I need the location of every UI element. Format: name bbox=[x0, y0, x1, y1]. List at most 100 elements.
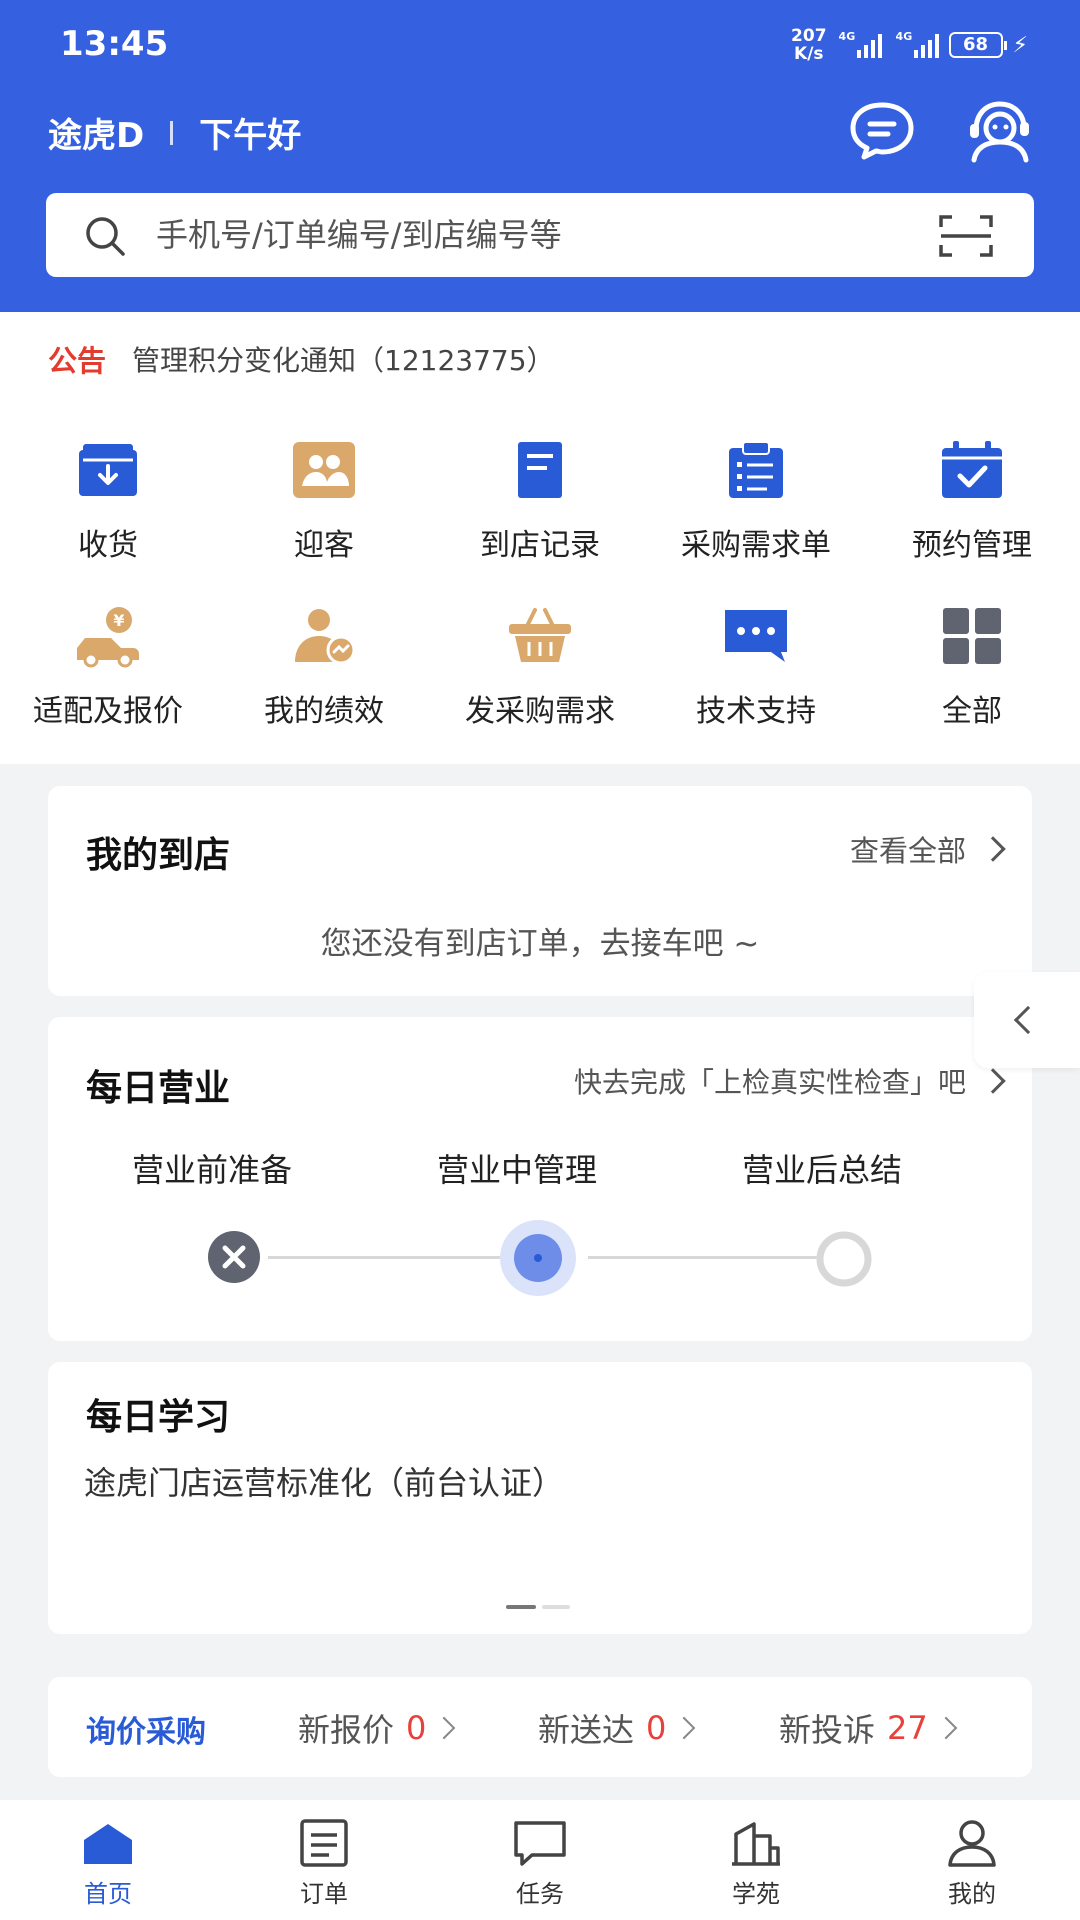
signal-icon: 4G bbox=[896, 30, 939, 58]
scan-icon[interactable] bbox=[938, 213, 994, 259]
menu-item-store-record[interactable]: 到店记录 bbox=[432, 438, 648, 588]
greeting-text: 下午好 bbox=[199, 116, 302, 156]
menu-item-send-purchase[interactable]: 发采购需求 bbox=[432, 604, 648, 754]
daily-learning-card[interactable]: 每日学习 途虎门店运营标准化（前台认证） bbox=[48, 1362, 1032, 1634]
message-icon[interactable] bbox=[848, 100, 916, 162]
tab-profile[interactable]: 我的 bbox=[864, 1800, 1080, 1920]
quick-menu-panel: 公告 管理积分变化通知（12123775） 收货 迎客 到店记录 采购需求单 预… bbox=[0, 312, 1080, 764]
menu-item-all[interactable]: 全部 bbox=[864, 604, 1080, 754]
step-current-icon bbox=[500, 1220, 576, 1296]
signal-icon: 4G bbox=[839, 30, 882, 58]
step-done-x-icon bbox=[208, 1231, 260, 1283]
chevron-right-icon bbox=[433, 1716, 456, 1740]
notice-bar[interactable]: 公告 管理积分变化通知（12123775） bbox=[48, 338, 555, 380]
item-count: 0 bbox=[406, 1709, 427, 1747]
chevron-left-icon bbox=[1013, 1005, 1043, 1035]
carousel-indicator bbox=[506, 1605, 570, 1609]
brand-name: 途虎D bbox=[48, 116, 145, 156]
customer-service-icon[interactable] bbox=[962, 96, 1034, 164]
notice-tag: 公告 bbox=[48, 344, 107, 378]
search-bar[interactable] bbox=[46, 193, 1034, 277]
menu-item-receive[interactable]: 收货 bbox=[0, 438, 216, 588]
daily-business-card: 每日营业 快去完成「上检真实性检查」吧 营业前准备 营业中管理 营业后总结 bbox=[48, 1017, 1032, 1341]
menu-item-welcome[interactable]: 迎客 bbox=[216, 438, 432, 588]
search-input[interactable] bbox=[156, 193, 936, 277]
home-icon bbox=[84, 1824, 132, 1864]
basket-icon bbox=[509, 608, 571, 662]
menu-label: 采购需求单 bbox=[681, 528, 831, 563]
tab-label: 订单 bbox=[300, 1880, 348, 1908]
status-bar: 13:45 207 K/s 4G 4G 68 ⚡ bbox=[0, 0, 1080, 90]
chevron-right-icon bbox=[980, 1068, 1006, 1094]
tab-tasks[interactable]: 任务 bbox=[432, 1800, 648, 1920]
item-label: 新送达 bbox=[538, 1711, 635, 1749]
tab-label: 任务 bbox=[516, 1880, 564, 1908]
menu-item-performance[interactable]: 我的绩效 bbox=[216, 604, 432, 754]
network-speed: 207 K/s bbox=[791, 27, 827, 63]
step-pending-icon bbox=[816, 1231, 872, 1287]
signal-tag: 4G bbox=[895, 30, 913, 43]
menu-item-car-quote[interactable]: ¥ 适配及报价 bbox=[0, 604, 216, 754]
appointment-icon bbox=[942, 441, 1002, 498]
notice-text[interactable]: 管理积分变化通知（12123775） bbox=[132, 339, 555, 379]
menu-item-purchase-list[interactable]: 采购需求单 bbox=[648, 438, 864, 588]
task-chat-icon bbox=[514, 1821, 566, 1866]
charging-icon: ⚡ bbox=[1012, 32, 1028, 58]
status-indicators: 207 K/s 4G 4G 68 ⚡ bbox=[791, 22, 1028, 68]
menu-item-appointment[interactable]: 预约管理 bbox=[864, 438, 1080, 588]
menu-label: 我的绩效 bbox=[264, 694, 384, 729]
side-drawer-tab[interactable] bbox=[974, 972, 1080, 1068]
item-count: 0 bbox=[646, 1709, 667, 1747]
search-icon bbox=[86, 217, 125, 256]
signal-tag: 4G bbox=[838, 30, 856, 43]
car-quote-icon: ¥ bbox=[77, 607, 139, 668]
daily-hint-link[interactable]: 快去完成「上检真实性检查」吧 bbox=[574, 1061, 1006, 1101]
chevron-right-icon bbox=[673, 1716, 696, 1740]
profile-icon bbox=[948, 1820, 996, 1867]
performance-icon bbox=[295, 609, 356, 665]
course-title[interactable]: 途虎门店运营标准化（前台认证） bbox=[84, 1458, 564, 1504]
step-label-pre[interactable]: 营业前准备 bbox=[132, 1145, 292, 1191]
tab-label: 首页 bbox=[84, 1880, 132, 1908]
welcome-guest-icon bbox=[293, 442, 355, 498]
tab-label: 学苑 bbox=[732, 1880, 780, 1908]
my-visits-card: 我的到店 查看全部 您还没有到店订单，去接车吧 ~ bbox=[48, 786, 1032, 996]
item-count: 27 bbox=[887, 1709, 928, 1747]
step-label-during[interactable]: 营业中管理 bbox=[437, 1145, 597, 1191]
item-label: 新投诉 bbox=[779, 1711, 876, 1749]
store-record-icon bbox=[518, 442, 562, 498]
tab-academy[interactable]: 学苑 bbox=[648, 1800, 864, 1920]
divider bbox=[170, 120, 174, 145]
new-complaint-item[interactable]: 新投诉 27 bbox=[779, 1705, 958, 1751]
tab-label: 我的 bbox=[948, 1880, 996, 1908]
menu-label: 全部 bbox=[942, 694, 1002, 729]
all-grid-icon bbox=[943, 608, 1001, 664]
greeting-bar: 途虎D 下午好 bbox=[48, 108, 301, 157]
order-list-icon bbox=[300, 1819, 348, 1867]
menu-label: 迎客 bbox=[294, 528, 354, 563]
view-all-link[interactable]: 查看全部 bbox=[850, 828, 1006, 870]
menu-label: 收货 bbox=[78, 528, 138, 563]
procurement-card: 询价采购 新报价 0 新送达 0 新投诉 27 bbox=[48, 1677, 1032, 1777]
tab-home[interactable]: 首页 bbox=[0, 1800, 216, 1920]
menu-label: 到店记录 bbox=[480, 528, 600, 563]
tech-support-icon bbox=[725, 610, 787, 662]
net-speed-unit: K/s bbox=[794, 44, 824, 64]
status-time: 13:45 bbox=[60, 24, 169, 64]
new-delivery-item[interactable]: 新送达 0 bbox=[538, 1705, 696, 1751]
chevron-right-icon bbox=[934, 1716, 958, 1740]
new-quote-item[interactable]: 新报价 0 bbox=[298, 1705, 456, 1751]
menu-label: 适配及报价 bbox=[33, 694, 183, 729]
menu-label: 发采购需求 bbox=[465, 694, 615, 729]
procurement-title[interactable]: 询价采购 bbox=[86, 1707, 206, 1751]
bottom-nav: 首页 订单 任务 学苑 我的 bbox=[0, 1800, 1080, 1920]
menu-item-tech-support[interactable]: 技术支持 bbox=[648, 604, 864, 754]
tab-orders[interactable]: 订单 bbox=[216, 1800, 432, 1920]
empty-visits-text[interactable]: 您还没有到店订单，去接车吧 ~ bbox=[48, 918, 1032, 963]
purchase-list-icon bbox=[729, 441, 783, 498]
academy-building-icon bbox=[732, 1822, 780, 1866]
receive-goods-icon bbox=[79, 444, 137, 496]
card-title: 每日营业 bbox=[86, 1068, 231, 1109]
step-label-post[interactable]: 营业后总结 bbox=[742, 1145, 902, 1191]
net-speed-value: 207 bbox=[791, 26, 827, 46]
